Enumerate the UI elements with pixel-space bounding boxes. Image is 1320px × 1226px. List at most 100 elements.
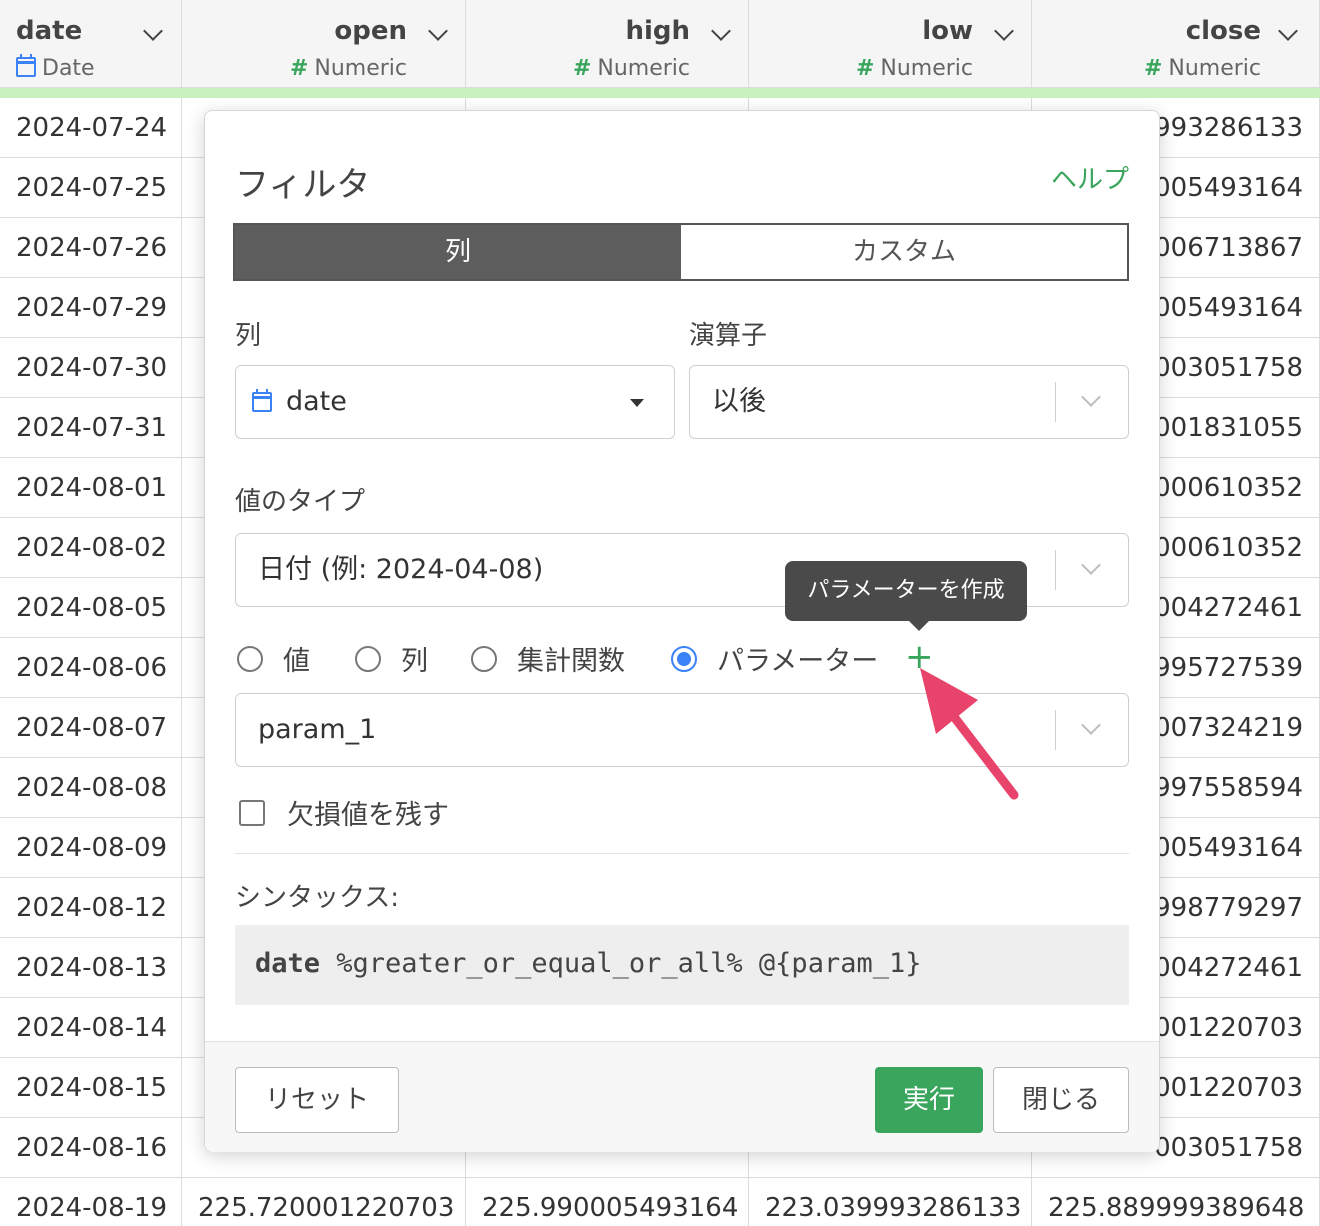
column-name: open: [334, 16, 407, 46]
chevron-down-icon[interactable]: [428, 21, 448, 41]
radio-button[interactable]: [355, 645, 381, 672]
radio-label: 集計関数: [517, 646, 625, 677]
table-cell-date: 2024-08-19: [0, 1178, 182, 1226]
radio-parameter[interactable]: パラメーター: [671, 639, 878, 678]
table-cell-date: 2024-08-01: [0, 458, 182, 518]
column-select[interactable]: date: [235, 365, 675, 439]
calendar-icon: [252, 389, 272, 412]
chevron-down-icon[interactable]: [994, 21, 1014, 41]
table-cell-close: 225.889999389648: [1032, 1178, 1320, 1226]
column-type-label: Numeric: [314, 56, 407, 81]
value-type-label: 値のタイプ: [235, 487, 366, 517]
chevron-down-icon: [1081, 715, 1101, 735]
column-type: # Numeric: [1144, 56, 1261, 81]
radio-label: 値: [283, 646, 310, 677]
syntax-label: シンタックス:: [235, 883, 399, 913]
checkbox[interactable]: [239, 799, 265, 826]
table-row: 2024-08-19 225.720001220703 225.9900054931…: [0, 1178, 1320, 1226]
tab-custom[interactable]: カスタム: [681, 225, 1127, 279]
column-select-text: date: [286, 386, 347, 417]
column-type-label: Date: [42, 56, 95, 81]
table-cell-date: 2024-08-15: [0, 1058, 182, 1118]
table-cell-date: 2024-08-08: [0, 758, 182, 818]
keep-na-checkbox[interactable]: 欠損値を残す: [239, 793, 449, 832]
parameter-select[interactable]: param_1: [235, 693, 1129, 767]
column-quality-bar: [0, 88, 1320, 98]
dialog-title: フィルタ: [235, 165, 371, 205]
column-type-label: Numeric: [597, 56, 690, 81]
table-cell-high: 225.990005493164: [466, 1178, 749, 1226]
syntax-keyword: date: [255, 948, 321, 979]
add-parameter-icon[interactable]: +: [905, 637, 934, 677]
column-type: # Numeric: [573, 56, 690, 81]
table-cell-date: 2024-07-26: [0, 218, 182, 278]
table-cell-open: 225.720001220703: [182, 1178, 466, 1226]
value-source-radios: 値 列 集計関数 パラメーター: [237, 639, 957, 679]
syntax-code: date %greater_or_equal_or_all% @{param_1…: [255, 925, 921, 1003]
radio-aggregate[interactable]: 集計関数: [471, 639, 625, 678]
column-header-close[interactable]: close # Numeric: [1032, 0, 1320, 88]
column-header-high[interactable]: high # Numeric: [466, 0, 749, 88]
table-cell-date: 2024-07-24: [0, 98, 182, 158]
close-button[interactable]: 閉じる: [993, 1067, 1129, 1133]
table-cell-date: 2024-08-16: [0, 1118, 182, 1178]
radio-value[interactable]: 値: [237, 639, 310, 678]
select-divider: [1055, 550, 1056, 590]
table-cell-date: 2024-08-07: [0, 698, 182, 758]
column-type-label: Numeric: [880, 56, 973, 81]
table-cell-date: 2024-08-12: [0, 878, 182, 938]
value-type-select-value: 日付 (例: 2024-04-08): [258, 554, 544, 585]
operator-select[interactable]: 以後: [689, 365, 1129, 439]
column-type: # Numeric: [856, 56, 973, 81]
divider: [235, 853, 1129, 854]
numeric-icon: #: [1143, 56, 1163, 81]
operator-select-value: 以後: [712, 386, 766, 417]
table-cell-date: 2024-07-30: [0, 338, 182, 398]
chevron-down-icon[interactable]: [143, 21, 163, 41]
tooltip: パラメーターを作成: [785, 561, 1027, 631]
table-cell-date: 2024-08-09: [0, 818, 182, 878]
run-button[interactable]: 実行: [875, 1067, 983, 1133]
radio-label: 列: [401, 646, 428, 677]
chevron-down-icon[interactable]: [711, 21, 731, 41]
syntax-expression: %greater_or_equal_or_all% @{param_1}: [320, 948, 922, 979]
numeric-icon: #: [855, 56, 875, 81]
checkbox-label: 欠損値を残す: [287, 800, 449, 831]
radio-label: パラメーター: [717, 646, 879, 677]
tab-column[interactable]: 列: [235, 225, 681, 279]
table-cell-date: 2024-08-13: [0, 938, 182, 998]
chevron-down-icon[interactable]: [1278, 21, 1298, 41]
radio-button-checked[interactable]: [671, 645, 697, 672]
calendar-icon: [16, 54, 36, 77]
column-type-label: Numeric: [1168, 56, 1261, 81]
table-cell-low: 223.039993286133: [749, 1178, 1032, 1226]
radio-button[interactable]: [237, 645, 263, 672]
column-type: # Numeric: [290, 56, 407, 81]
operator-label: 演算子: [689, 321, 768, 351]
radio-column[interactable]: 列: [355, 639, 428, 678]
column-name: low: [922, 16, 973, 46]
select-divider: [1055, 382, 1056, 422]
column-header-date[interactable]: date Date: [0, 0, 182, 88]
table-cell-date: 2024-08-02: [0, 518, 182, 578]
table-cell-date: 2024-07-25: [0, 158, 182, 218]
column-header-open[interactable]: open # Numeric: [182, 0, 466, 88]
help-link[interactable]: ヘルプ: [1051, 159, 1129, 196]
caret-down-icon: [630, 399, 644, 407]
numeric-icon: #: [572, 56, 592, 81]
column-name: date: [16, 16, 83, 46]
chevron-down-icon: [1081, 387, 1101, 407]
radio-button[interactable]: [471, 645, 497, 672]
select-divider: [1055, 710, 1056, 750]
column-type: Date: [16, 54, 95, 81]
table-cell-date: 2024-08-06: [0, 638, 182, 698]
table-cell-date: 2024-08-05: [0, 578, 182, 638]
table-cell-date: 2024-07-29: [0, 278, 182, 338]
column-header-low[interactable]: low # Numeric: [749, 0, 1032, 88]
dialog-footer: リセット 実行 閉じる: [205, 1042, 1159, 1152]
reset-button[interactable]: リセット: [235, 1067, 399, 1133]
grid-header: date Date open # Numeric high # Numeric lo…: [0, 0, 1320, 88]
parameter-select-value: param_1: [258, 714, 377, 745]
syntax-preview: date %greater_or_equal_or_all% @{param_1…: [235, 925, 1129, 1005]
column-name: high: [625, 16, 690, 46]
